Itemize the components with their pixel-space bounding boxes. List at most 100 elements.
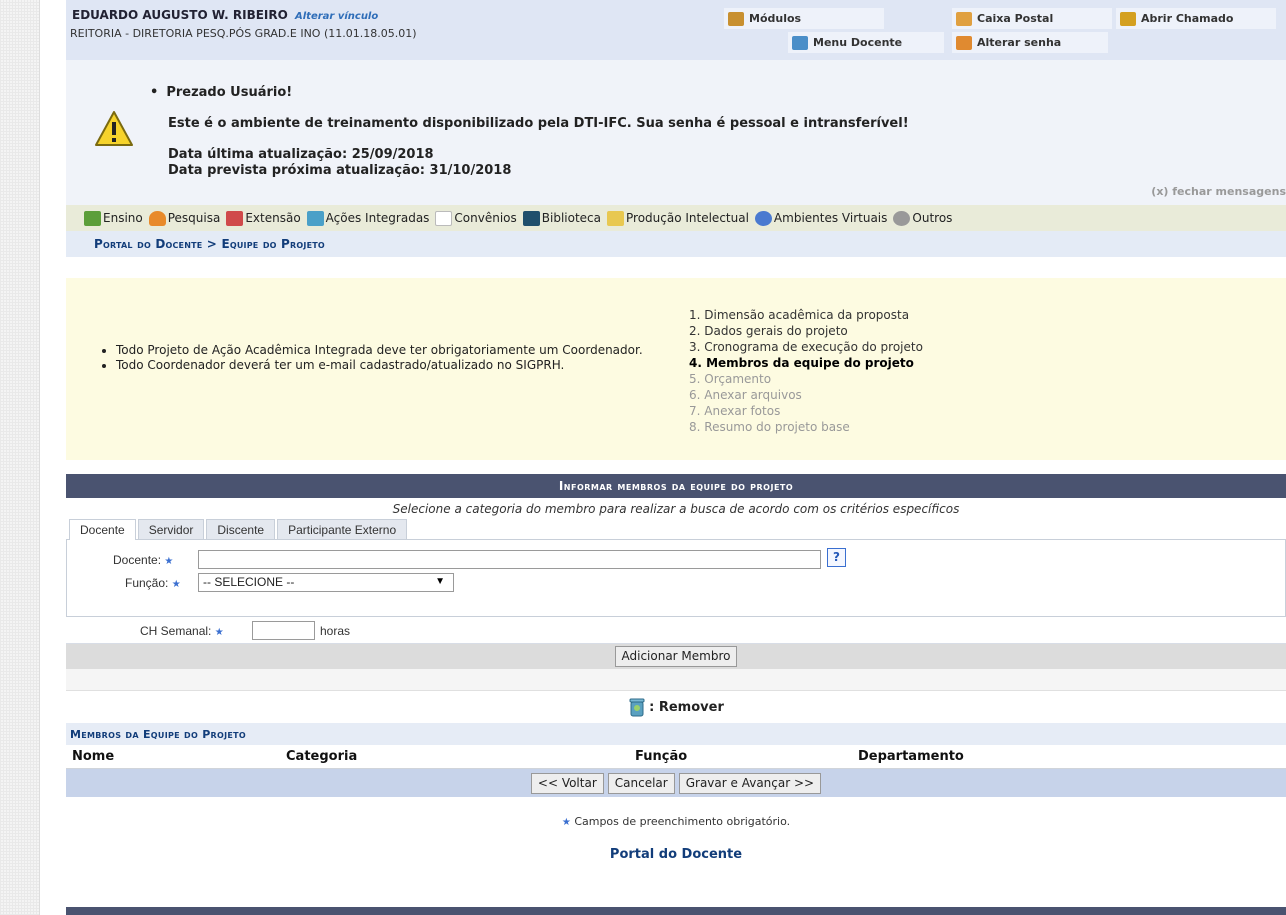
spacer-row: [66, 669, 1286, 691]
message-panel: • Prezado Usuário! Este é o ambiente de t…: [66, 60, 1286, 205]
message-title: • Prezado Usuário!: [150, 85, 293, 100]
notebook-icon: [607, 210, 624, 226]
mailbox-icon: [956, 11, 972, 26]
left-gutter: [0, 0, 40, 915]
funcao-select[interactable]: -- SELECIONE -- ▼: [198, 573, 454, 592]
menu-outros[interactable]: Outros: [893, 210, 953, 226]
ticket-icon: [1120, 11, 1136, 26]
save-advance-button[interactable]: Gravar e Avançar >>: [678, 772, 822, 794]
tab-docente[interactable]: Docente: [69, 519, 136, 540]
col-nome: Nome: [72, 749, 115, 764]
add-member-button[interactable]: Adicionar Membro: [614, 646, 738, 667]
col-categoria: Categoria: [286, 749, 358, 764]
step-item: 2. Dados gerais do projeto: [689, 324, 848, 338]
menu-ensino-label: Ensino: [103, 211, 143, 225]
steps-list: 1. Dimensão acadêmica da proposta 2. Dad…: [689, 307, 923, 435]
form-subtitle: Selecione a categoria do membro para rea…: [392, 502, 960, 516]
user-unit: REITORIA - DIRETORIA PESQ.PÓS GRAD.E INO…: [70, 27, 417, 40]
menu-acoes-integradas-label: Ações Integradas: [325, 211, 430, 225]
info-notes: Todo Projeto de Ação Acadêmica Integrada…: [116, 343, 666, 373]
message-line-2: Data última atualização: 25/09/2018: [168, 147, 434, 162]
required-star-icon: ★: [214, 627, 224, 638]
close-messages-link[interactable]: (x) fechar mensagens: [1151, 185, 1286, 198]
alterar-senha-label: Alterar senha: [977, 36, 1062, 49]
menu-pesquisa-label: Pesquisa: [167, 211, 221, 225]
ch-unit-label: horas: [320, 624, 351, 638]
abrir-chamado-label: Abrir Chamado: [1141, 12, 1234, 25]
menu-outros-label: Outros: [912, 211, 953, 225]
menu-biblioteca[interactable]: Biblioteca: [522, 210, 601, 226]
abrir-chamado-button[interactable]: Abrir Chamado: [1116, 8, 1276, 29]
docente-input[interactable]: [198, 550, 821, 569]
add-member-row: Adicionar Membro: [66, 644, 1286, 669]
puzzle-icon: [306, 210, 324, 226]
caixa-postal-button[interactable]: Caixa Postal: [952, 8, 1112, 29]
menu-docente-label: Menu Docente: [813, 36, 903, 49]
funcao-selected-value: -- SELECIONE --: [203, 575, 295, 589]
back-button[interactable]: << Voltar: [530, 772, 604, 794]
warning-icon: [95, 111, 133, 146]
step-item: 6. Anexar arquivos: [689, 388, 802, 402]
required-note: ★ Campos de preenchimento obrigatório.: [66, 797, 1286, 847]
form-title: Informar membros da equipe do projeto: [66, 474, 1286, 498]
header: EDUARDO AUGUSTO W. RIBEIRO Alterar víncu…: [66, 0, 1286, 60]
footer-portal-link[interactable]: Portal do Docente: [66, 847, 1286, 865]
menu-icon: [792, 35, 808, 50]
gears-icon: [893, 210, 911, 226]
docente-label: Docente: ★: [113, 553, 173, 567]
document-icon: [435, 210, 453, 226]
required-note-text: Campos de preenchimento obrigatório.: [574, 815, 791, 828]
menu-docente-button[interactable]: Menu Docente: [788, 32, 944, 53]
remove-label: : Remover: [649, 699, 724, 715]
info-note: Todo Projeto de Ação Acadêmica Integrada…: [116, 343, 666, 358]
menu-extensao[interactable]: Extensão: [226, 210, 301, 226]
step-item: 8. Resumo do projeto base: [689, 420, 850, 434]
menu-pesquisa[interactable]: Pesquisa: [148, 210, 221, 226]
menu-ambientes-virtuais[interactable]: Ambientes Virtuais: [754, 210, 887, 226]
members-title: Membros da Equipe do Projeto: [66, 723, 1286, 745]
tab-participante-externo[interactable]: Participante Externo: [277, 519, 408, 539]
step-item-current: 4. Membros da equipe do projeto: [689, 356, 914, 370]
change-link[interactable]: Alterar vínculo: [295, 11, 378, 22]
required-star-icon: ★: [561, 817, 571, 828]
help-icon[interactable]: ?: [827, 548, 846, 567]
tab-servidor[interactable]: Servidor: [137, 519, 205, 539]
breadcrumb: Portal do Docente > Equipe do Projeto: [66, 231, 1286, 257]
menu-convenios-label: Convênios: [454, 211, 517, 225]
cancel-button[interactable]: Cancelar: [607, 772, 675, 794]
menu-extensao-label: Extensão: [245, 211, 301, 225]
funcao-label-text: Função:: [125, 576, 169, 590]
alterar-senha-button[interactable]: Alterar senha: [952, 32, 1108, 53]
flask-icon: [148, 210, 166, 226]
actions-row: << Voltar Cancelar Gravar e Avançar >>: [66, 769, 1286, 797]
page: EDUARDO AUGUSTO W. RIBEIRO Alterar víncu…: [66, 0, 1286, 865]
user-name: EDUARDO AUGUSTO W. RIBEIRO Alterar víncu…: [72, 8, 378, 22]
heart-icon: [226, 210, 244, 226]
menu-producao-intelectual[interactable]: Produção Intelectual: [607, 210, 749, 226]
required-star-icon: ★: [164, 556, 174, 567]
modulos-button[interactable]: Módulos: [724, 8, 884, 29]
docente-label-text: Docente:: [113, 553, 162, 567]
menu-acoes-integradas[interactable]: Ações Integradas: [306, 210, 430, 226]
ch-semanal-input[interactable]: [252, 621, 315, 640]
menu-convenios[interactable]: Convênios: [435, 210, 517, 226]
message-line-1: Este é o ambiente de treinamento disponi…: [168, 116, 909, 131]
step-item: 5. Orçamento: [689, 372, 772, 386]
remove-legend: : Remover: [66, 691, 1286, 723]
members-table-header: Nome Categoria Função Departamento: [66, 745, 1286, 769]
menu-ensino[interactable]: Ensino: [84, 210, 143, 226]
key-icon: [956, 35, 972, 50]
category-tabs: Docente Servidor Discente Participante E…: [66, 519, 1286, 540]
globe-icon: [754, 210, 772, 226]
books-icon: [84, 210, 101, 226]
library-icon: [522, 210, 540, 226]
col-funcao: Função: [635, 749, 688, 764]
message-line-3: Data prevista próxima atualização: 31/10…: [168, 163, 512, 178]
bottom-bar: [66, 907, 1286, 915]
step-item: 1. Dimensão acadêmica da proposta: [689, 308, 910, 322]
trash-icon: [629, 698, 645, 717]
tab-discente[interactable]: Discente: [206, 519, 276, 539]
ch-semanal-row: CH Semanal: ★ horas: [66, 617, 1286, 644]
info-note: Todo Coordenador deverá ter um e-mail ca…: [116, 358, 666, 373]
funcao-label: Função: ★: [125, 576, 181, 590]
